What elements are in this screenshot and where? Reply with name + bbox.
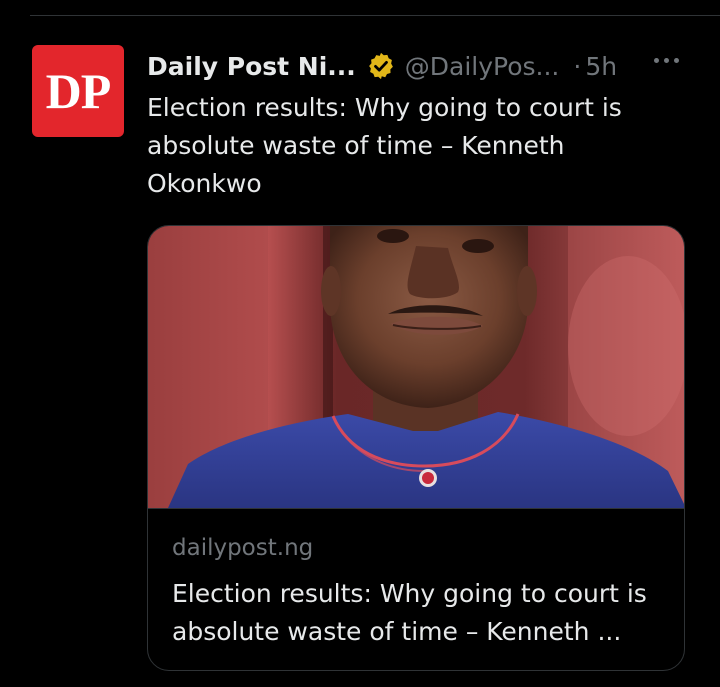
display-name[interactable]: Daily Post Ni... [147, 52, 356, 81]
card-info[interactable]: dailypost.ng Election results: Why going… [148, 508, 684, 670]
tweet[interactable]: DP Daily Post Ni... @DailyPos... · 5h El… [0, 0, 720, 687]
avatar-logo-text: DP [45, 63, 112, 119]
timestamp[interactable]: 5h [585, 52, 617, 81]
handle[interactable]: @DailyPos... [405, 52, 560, 81]
separator-dot: · [573, 51, 582, 81]
link-preview-card[interactable]: dailypost.ng Election results: Why going… [147, 225, 685, 671]
card-title: Election results: Why going to court is … [172, 579, 647, 646]
card-domain: dailypost.ng [172, 535, 314, 561]
avatar[interactable]: DP [32, 45, 124, 137]
more-options-icon[interactable] [654, 58, 679, 63]
tweet-text: Election results: Why going to court is … [147, 93, 622, 198]
tweet-header: Daily Post Ni... @DailyPos... · 5h [147, 48, 617, 84]
card-image[interactable] [148, 226, 684, 508]
verified-badge-icon[interactable] [366, 51, 396, 81]
